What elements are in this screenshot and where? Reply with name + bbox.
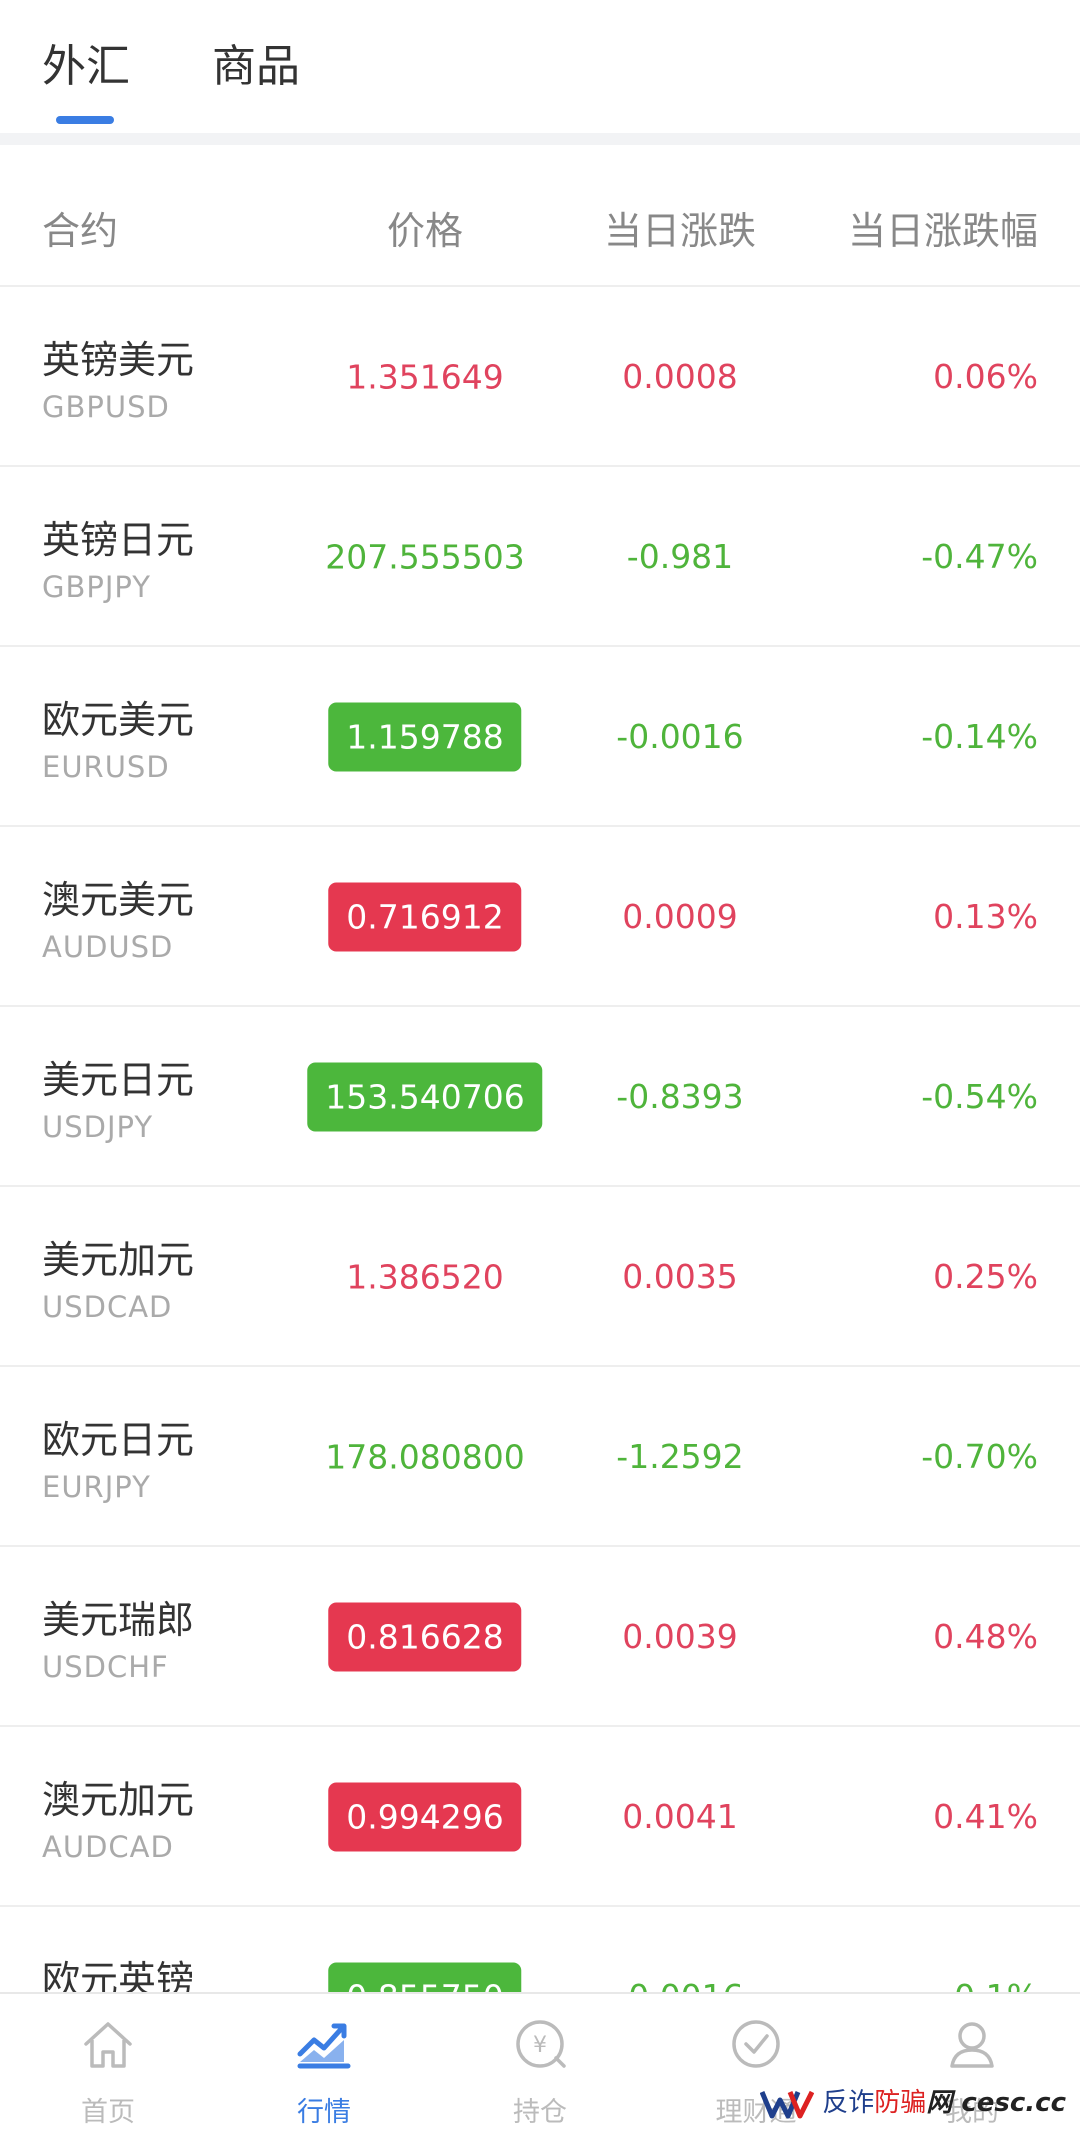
daily-change: 0.0035 xyxy=(622,1257,738,1296)
tab-commodity[interactable]: 商品 xyxy=(212,30,300,94)
svg-text:¥: ¥ xyxy=(533,2033,547,2058)
contract-code: AUDUSD xyxy=(42,930,174,964)
contract-code: USDJPY xyxy=(42,1110,154,1144)
daily-change: -0.0016 xyxy=(616,717,744,756)
quote-row[interactable]: 欧元英镑 0.855750 -0.0016 -0.1% xyxy=(0,1907,1080,1992)
daily-change-percent: 0.48% xyxy=(933,1617,1038,1656)
quote-row[interactable]: 美元瑞郎 USDCHF 0.816628 0.0039 0.48% xyxy=(0,1547,1080,1727)
contract-name: 澳元美元 xyxy=(42,878,195,922)
price-value: 1.386520 xyxy=(346,1257,504,1297)
nav-market-label: 行情 xyxy=(297,2097,351,2128)
price-value: 207.555503 xyxy=(325,537,525,577)
watermark: 反诈防骗网 cesc.cc xyxy=(760,2082,1066,2124)
contract-code: USDCHF xyxy=(42,1650,169,1684)
nav-market[interactable]: 行情 xyxy=(216,1994,432,2149)
nav-wealth[interactable]: 理财通 xyxy=(648,1994,864,2149)
contract-code: EURJPY xyxy=(42,1470,151,1504)
quote-row[interactable]: 英镑美元 GBPUSD 1.351649 0.0008 0.06% xyxy=(0,287,1080,467)
contract-name: 欧元美元 xyxy=(42,698,195,742)
quote-row[interactable]: 欧元日元 EURJPY 178.080800 -1.2592 -0.70% xyxy=(0,1367,1080,1547)
daily-change: -1.2592 xyxy=(616,1437,744,1476)
contract-name: 澳元加元 xyxy=(42,1778,195,1822)
daily-change: -0.0016 xyxy=(580,1977,780,1992)
column-change[interactable]: 当日涨跌 xyxy=(580,200,780,255)
contract-name: 美元加元 xyxy=(42,1238,195,1282)
contract-name: 英镑日元 xyxy=(42,518,195,562)
nav-profile[interactable]: 我的 xyxy=(864,1994,1080,2149)
nav-position-label: 持仓 xyxy=(513,2097,567,2128)
contract-code: GBPJPY xyxy=(42,570,151,604)
price-value: 0.994296 xyxy=(328,1782,522,1852)
column-contract: 合约 xyxy=(42,209,119,253)
category-tabs: 外汇 商品 xyxy=(0,0,1080,133)
watermark-text-3: 网 cesc.cc xyxy=(926,2088,1066,2118)
nav-home-label: 首页 xyxy=(81,2097,135,2128)
daily-change-percent: -0.1% xyxy=(942,1977,1038,1992)
quote-row[interactable]: 澳元美元 AUDUSD 0.716912 0.0009 0.13% xyxy=(0,827,1080,1007)
price-value: 1.351649 xyxy=(346,357,504,397)
quote-row[interactable]: 美元日元 USDJPY 153.540706 -0.8393 -0.54% xyxy=(0,1007,1080,1187)
section-divider xyxy=(0,133,1080,145)
daily-change: 0.0041 xyxy=(622,1797,738,1836)
contract-name: 英镑美元 xyxy=(42,338,195,382)
check-circle-icon xyxy=(732,2020,780,2068)
nav-home[interactable]: 首页 xyxy=(0,1994,216,2149)
nav-position[interactable]: ¥ 持仓 xyxy=(432,1994,648,2149)
column-header: 合约 价格 当日涨跌 当日涨跌幅 xyxy=(0,145,1080,287)
daily-change-percent: 0.13% xyxy=(933,897,1038,936)
contract-name: 美元瑞郎 xyxy=(42,1598,195,1642)
price-value: 153.540706 xyxy=(307,1062,543,1132)
quote-list: 英镑美元 GBPUSD 1.351649 0.0008 0.06% 英镑日元 GBPJPY 2… xyxy=(0,287,1080,1992)
column-price[interactable]: 价格 xyxy=(340,200,510,255)
contract-name: 欧元日元 xyxy=(42,1418,195,1462)
daily-change-percent: -0.70% xyxy=(921,1437,1038,1476)
price-value: 178.080800 xyxy=(325,1437,525,1477)
daily-change-percent: 0.41% xyxy=(933,1797,1038,1836)
quote-row[interactable]: 美元加元 USDCAD 1.386520 0.0035 0.25% xyxy=(0,1187,1080,1367)
watermark-logo-icon xyxy=(760,2090,814,2118)
contract-code: GBPUSD xyxy=(42,390,170,424)
watermark-text-1: 反诈 xyxy=(822,2088,875,2118)
position-icon: ¥ xyxy=(516,2020,566,2068)
price-value: 1.159788 xyxy=(328,702,522,772)
chart-trend-icon xyxy=(297,2023,351,2069)
active-tab-indicator xyxy=(56,116,114,124)
daily-change-percent: -0.14% xyxy=(921,717,1038,756)
daily-change: 0.0009 xyxy=(622,897,738,936)
daily-change: -0.981 xyxy=(626,537,734,576)
price-value: 0.816628 xyxy=(328,1602,522,1672)
market-quotes-page: 外汇 商品 合约 价格 当日涨跌 当日涨跌幅 英镑美元 GBPUSD 1.35164… xyxy=(0,0,1080,2149)
contract-name: 美元日元 xyxy=(42,1058,195,1102)
quote-row[interactable]: 欧元美元 EURUSD 1.159788 -0.0016 -0.14% xyxy=(0,647,1080,827)
watermark-text-2: 防骗 xyxy=(874,2088,927,2118)
column-change-percent[interactable]: 当日涨跌幅 xyxy=(848,200,1038,255)
daily-change: 0.0008 xyxy=(622,357,738,396)
quote-row[interactable]: 澳元加元 AUDCAD 0.994296 0.0041 0.41% xyxy=(0,1727,1080,1907)
bottom-nav: 首页 行情 ¥ 持仓 理财通 我的 xyxy=(0,1992,1080,2149)
contract-code: USDCAD xyxy=(42,1290,173,1324)
contract-code: AUDCAD xyxy=(42,1830,174,1864)
contract-name: 欧元英镑 xyxy=(42,1958,195,1992)
contract-code: EURUSD xyxy=(42,750,170,784)
daily-change-percent: -0.54% xyxy=(921,1077,1038,1116)
home-icon xyxy=(84,2022,132,2068)
quote-row[interactable]: 英镑日元 GBPJPY 207.555503 -0.981 -0.47% xyxy=(0,467,1080,647)
user-icon xyxy=(950,2022,994,2068)
daily-change-percent: 0.25% xyxy=(933,1257,1038,1296)
daily-change-percent: 0.06% xyxy=(933,357,1038,396)
tab-forex[interactable]: 外汇 xyxy=(42,30,130,94)
daily-change: -0.8393 xyxy=(616,1077,744,1116)
daily-change-percent: -0.47% xyxy=(921,537,1038,576)
daily-change: 0.0039 xyxy=(622,1617,738,1656)
price-value: 0.855750 xyxy=(328,1962,522,1992)
price-value: 0.716912 xyxy=(328,882,522,952)
